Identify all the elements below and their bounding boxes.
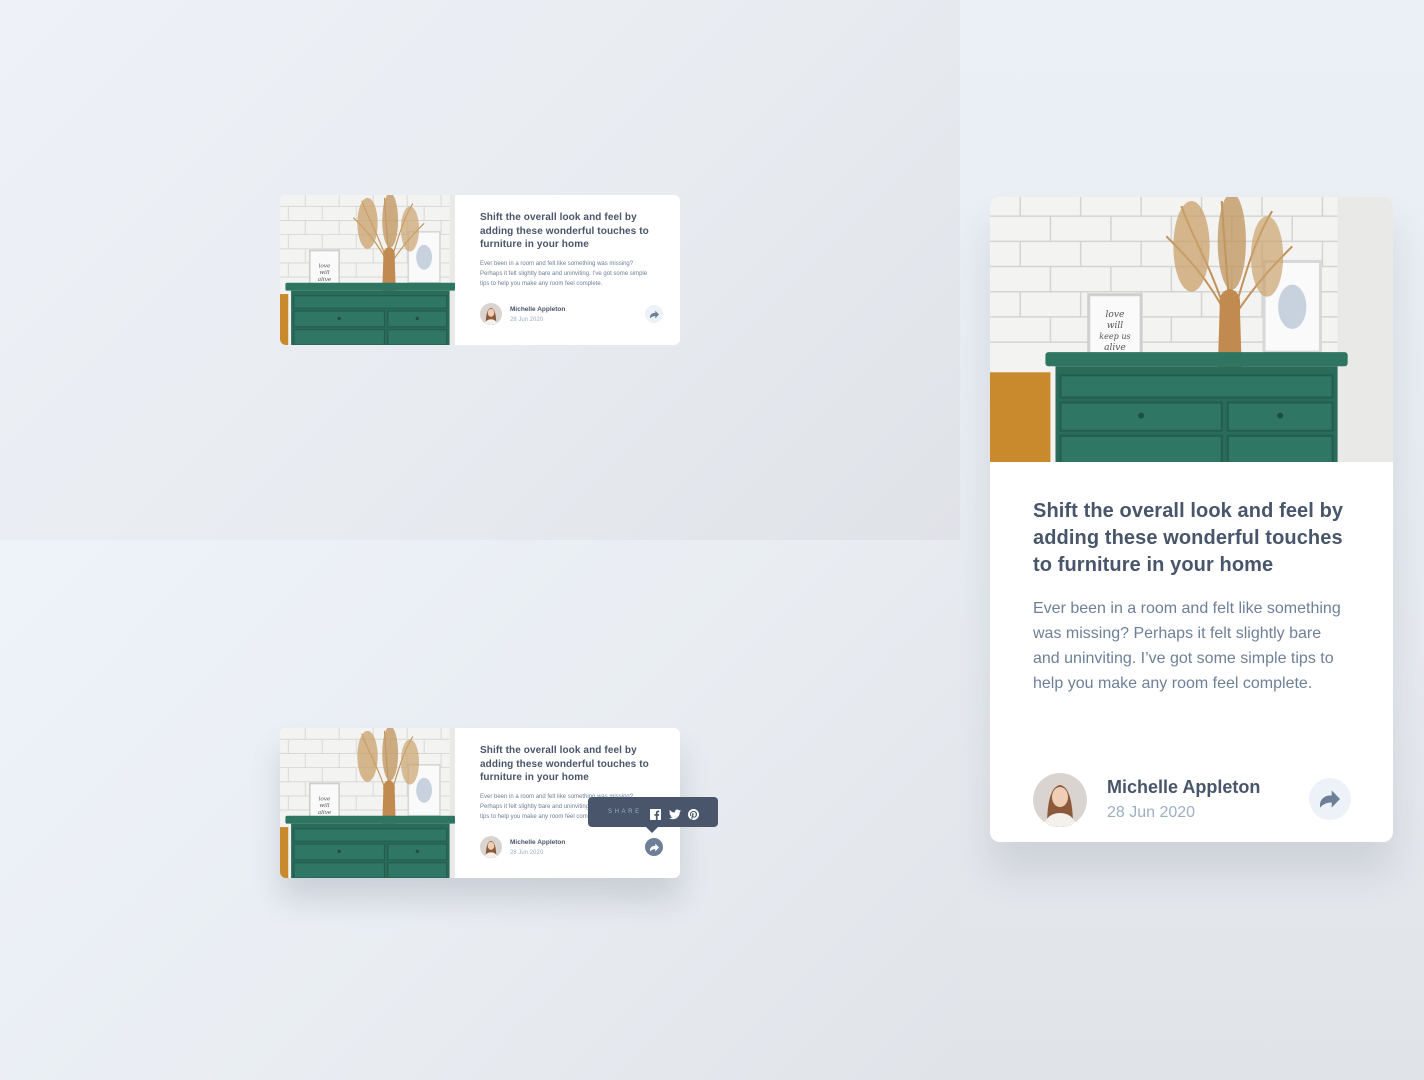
desktop-default-panel: love will alive Shift the overall look a… bbox=[0, 0, 960, 540]
article-preview-card: love will alive Shift the overall look a… bbox=[280, 195, 680, 345]
avatar bbox=[1033, 773, 1087, 827]
avatar bbox=[480, 836, 502, 858]
article-title[interactable]: Shift the overall look and feel by addin… bbox=[480, 211, 656, 252]
svg-text:alive: alive bbox=[318, 277, 332, 283]
share-tooltip: SHARE bbox=[588, 797, 718, 833]
drawers-photo: love will keep us alive bbox=[990, 197, 1393, 462]
card-body: Shift the overall look and feel by addin… bbox=[455, 195, 680, 345]
share-label: SHARE bbox=[608, 809, 642, 815]
card-footer: Michelle Appleton 28 Jun 2020 bbox=[480, 836, 663, 860]
svg-text:will: will bbox=[319, 803, 329, 809]
article-title[interactable]: Shift the overall look and feel by addin… bbox=[480, 744, 656, 785]
card-footer: Michelle Appleton 28 Jun 2020 bbox=[480, 303, 663, 327]
share-icon bbox=[1320, 790, 1340, 808]
card-body: Shift the overall look and feel by addin… bbox=[990, 462, 1393, 696]
publish-date: 28 Jun 2020 bbox=[510, 317, 544, 323]
svg-text:keep us: keep us bbox=[1099, 332, 1130, 341]
share-icon bbox=[649, 310, 659, 318]
share-button-active[interactable] bbox=[645, 838, 663, 856]
mobile-panel: love will keep us alive Shift the overal… bbox=[960, 0, 1424, 1080]
author-name: Michelle Appleton bbox=[1107, 777, 1261, 797]
pinterest-icon[interactable] bbox=[687, 807, 699, 820]
author-name: Michelle Appleton bbox=[510, 839, 566, 846]
desktop-active-panel: love will alive Shift the overall look a… bbox=[0, 540, 960, 1080]
drawers-photo: love will alive bbox=[280, 195, 455, 345]
share-button[interactable] bbox=[645, 305, 663, 323]
svg-text:alive: alive bbox=[1104, 343, 1126, 353]
svg-text:alive: alive bbox=[318, 810, 332, 816]
svg-text:will: will bbox=[319, 270, 329, 276]
svg-text:will: will bbox=[1107, 321, 1124, 331]
author-name: Michelle Appleton bbox=[510, 306, 566, 313]
twitter-icon[interactable] bbox=[668, 807, 681, 819]
card-footer: Michelle Appleton 28 Jun 2020 bbox=[1033, 773, 1351, 827]
drawers-photo: love will alive bbox=[280, 728, 455, 878]
facebook-icon[interactable] bbox=[649, 807, 661, 820]
share-button[interactable] bbox=[1309, 778, 1351, 820]
svg-text:love: love bbox=[1106, 310, 1125, 320]
svg-text:love: love bbox=[319, 796, 331, 802]
article-description: Ever been in a room and felt like someth… bbox=[480, 260, 648, 287]
avatar bbox=[480, 303, 502, 325]
share-icon bbox=[649, 843, 659, 851]
svg-text:love: love bbox=[319, 263, 331, 269]
publish-date: 28 Jun 2020 bbox=[1107, 804, 1196, 821]
article-preview-card-mobile: love will keep us alive Shift the overal… bbox=[990, 197, 1393, 842]
article-description: Ever been in a room and felt like someth… bbox=[1033, 600, 1341, 692]
publish-date: 28 Jun 2020 bbox=[510, 850, 544, 856]
article-title[interactable]: Shift the overall look and feel by addin… bbox=[1033, 498, 1350, 579]
